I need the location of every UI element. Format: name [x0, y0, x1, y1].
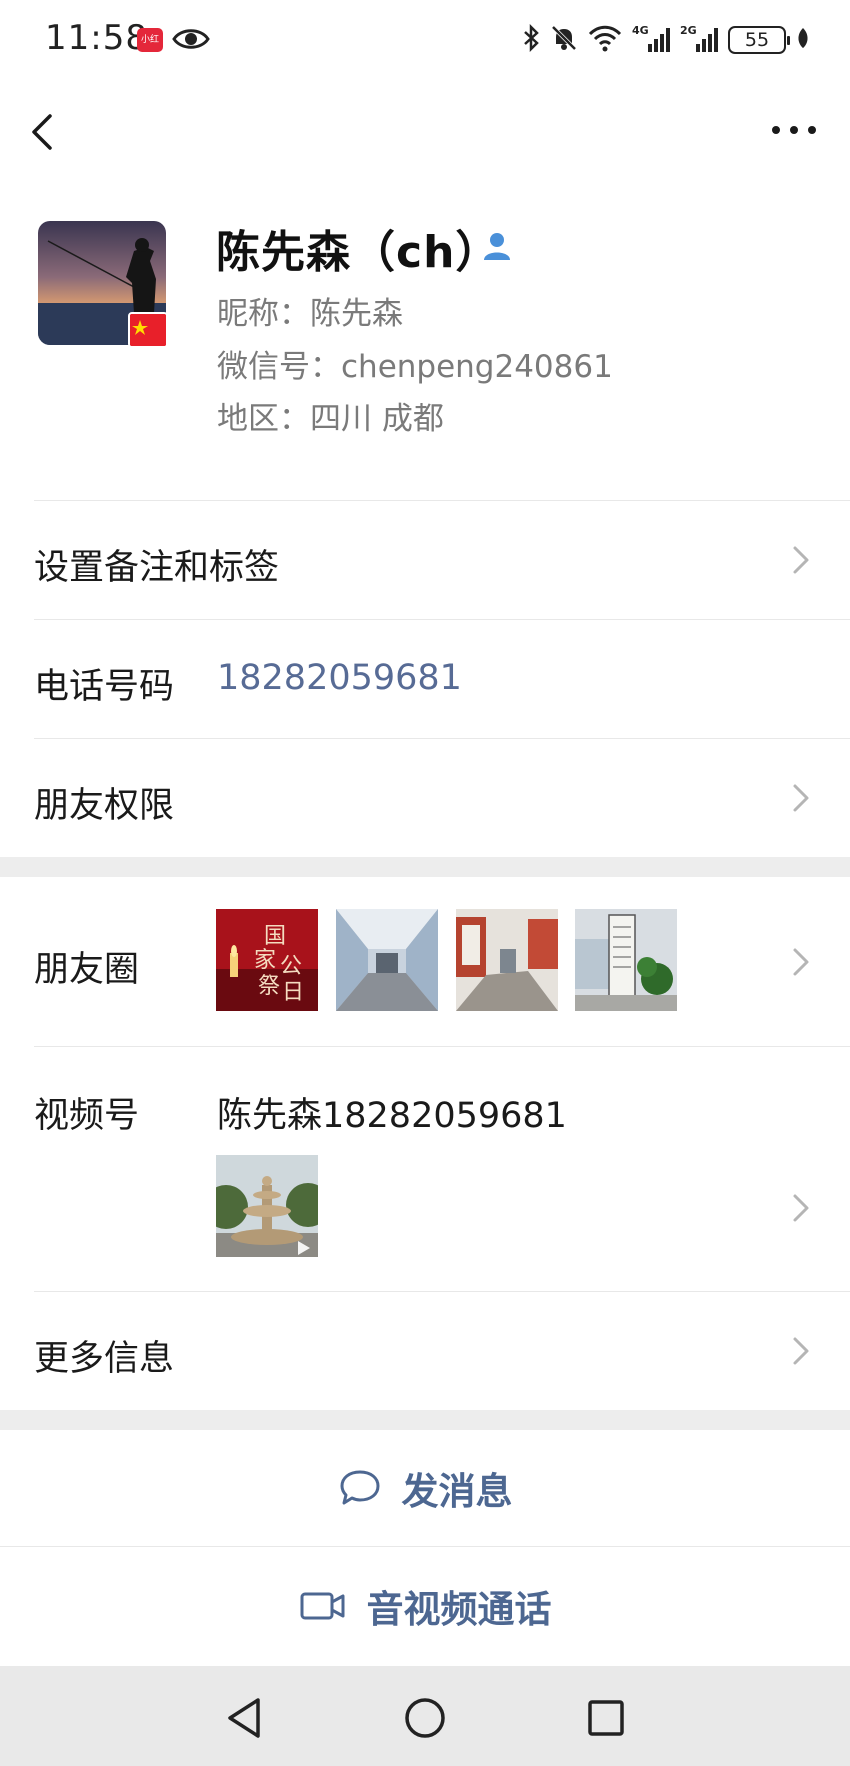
profile-name: 陈先森（ch）	[216, 227, 501, 278]
moments-thumbnail	[336, 909, 438, 1011]
leaf-icon	[796, 26, 810, 54]
chevron-right-icon	[793, 1194, 809, 1222]
contact-person-icon	[482, 230, 512, 262]
wechat-id: 微信号：chenpeng240861	[217, 349, 613, 385]
flag-icon	[128, 312, 168, 348]
section-gap	[0, 1410, 850, 1430]
send-message-button[interactable]: 发消息	[0, 1430, 850, 1546]
video-call-button[interactable]: 音视频通话	[0, 1548, 850, 1664]
moments-thumbnail	[575, 909, 677, 1011]
more-dot-icon	[790, 126, 798, 134]
system-nav-bar	[0, 1666, 850, 1766]
more-button[interactable]	[772, 118, 816, 142]
more-info-label: 更多信息	[34, 1339, 175, 1379]
chevron-right-icon	[793, 948, 809, 976]
nickname: 昵称：陈先森	[217, 296, 403, 332]
signal-4g-label: 4G	[632, 24, 649, 37]
chat-bubble-icon	[340, 1470, 379, 1505]
moments-label: 朋友圈	[34, 950, 140, 990]
channels-name: 陈先森18282059681	[217, 1096, 567, 1136]
signal-4g-icon: 4G	[632, 24, 670, 52]
more-dot-icon	[808, 126, 816, 134]
channels-thumbnail	[216, 1155, 318, 1257]
remark-tags-label: 设置备注和标签	[34, 548, 280, 588]
battery-level: 55	[744, 29, 770, 51]
back-button[interactable]	[24, 104, 64, 160]
bluetooth-icon	[522, 23, 540, 56]
nav-recents-square-icon[interactable]	[586, 1698, 626, 1738]
friend-permissions-row[interactable]: 朋友权限	[0, 739, 850, 857]
battery-icon: 55	[728, 26, 790, 54]
channels-label: 视频号	[34, 1096, 140, 1136]
send-message-label: 发消息	[401, 1470, 513, 1513]
signal-2g-label: 2G	[680, 24, 697, 37]
svg-text:国: 国	[264, 924, 286, 949]
region: 地区：四川 成都	[217, 401, 444, 437]
section-gap	[0, 857, 850, 877]
svg-text:家: 家	[254, 948, 276, 973]
chevron-right-icon	[793, 784, 809, 812]
status-time: 11:58	[45, 18, 148, 58]
phone-row: 电话号码 18282059681	[0, 620, 850, 738]
moments-row[interactable]: 朋友圈 国 家 公 祭 日	[0, 877, 850, 1046]
status-indicators: 4G 2G 55	[522, 22, 810, 58]
mute-bell-icon	[550, 24, 578, 56]
nav-back-triangle-icon[interactable]	[224, 1696, 264, 1740]
chevron-left-icon	[32, 114, 52, 150]
divider	[0, 1546, 850, 1547]
status-bar: 11:58 小红书 4G 2G 55	[0, 0, 850, 80]
svg-text:公: 公	[280, 954, 302, 979]
app-badge-icon: 小红书	[137, 28, 163, 52]
phone-number-link[interactable]: 18282059681	[217, 658, 462, 698]
more-info-row[interactable]: 更多信息	[0, 1292, 850, 1410]
moments-thumbnail	[456, 909, 558, 1011]
chevron-right-icon	[793, 546, 809, 574]
remark-tags-row[interactable]: 设置备注和标签	[0, 501, 850, 619]
signal-2g-icon: 2G	[680, 24, 718, 52]
phone-label: 电话号码	[34, 667, 175, 707]
more-dot-icon	[772, 126, 780, 134]
channels-row[interactable]: 视频号 陈先森18282059681	[0, 1047, 850, 1291]
friend-permissions-label: 朋友权限	[34, 786, 175, 826]
video-call-label: 音视频通话	[366, 1588, 552, 1631]
nav-home-circle-icon[interactable]	[403, 1696, 447, 1740]
svg-text:祭: 祭	[258, 974, 280, 999]
svg-text:日: 日	[282, 980, 304, 1005]
moments-thumbnail: 国 家 公 祭 日	[216, 909, 318, 1011]
chevron-right-icon	[793, 1337, 809, 1365]
eye-icon	[172, 26, 210, 56]
wifi-icon	[588, 24, 622, 56]
video-camera-icon	[300, 1592, 344, 1620]
